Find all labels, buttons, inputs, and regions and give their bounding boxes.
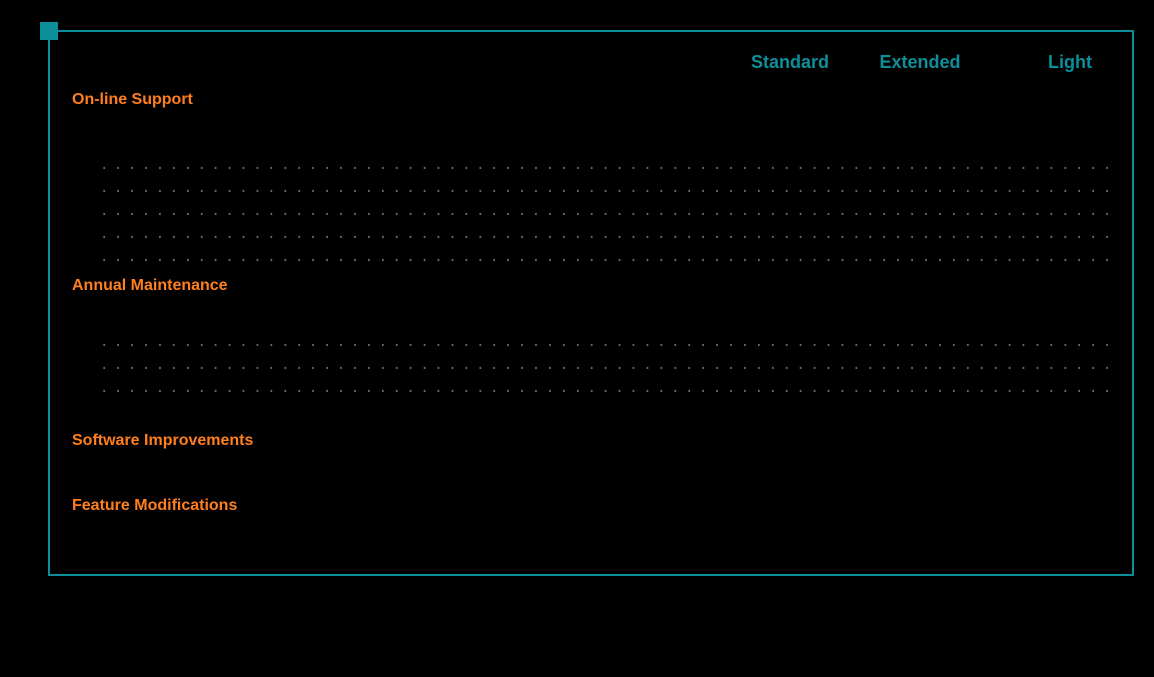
dotted-line: ........................................… bbox=[100, 380, 1112, 403]
dotted-lines-group: ........................................… bbox=[100, 157, 1112, 272]
section-heading-feature-modifications: Feature Modifications bbox=[72, 497, 237, 515]
column-header-extended: Extended bbox=[860, 52, 980, 73]
dotted-line: ........................................… bbox=[100, 203, 1112, 226]
dotted-line: ........................................… bbox=[100, 226, 1112, 249]
dotted-line: ........................................… bbox=[100, 157, 1112, 180]
section-heading-annual-maintenance: Annual Maintenance bbox=[72, 277, 228, 295]
section-heading-online-support: On-line Support bbox=[72, 91, 193, 109]
dotted-line: ........................................… bbox=[100, 249, 1112, 272]
dotted-line: ........................................… bbox=[100, 334, 1112, 357]
dotted-lines-group: ........................................… bbox=[100, 334, 1112, 403]
dotted-line: ........................................… bbox=[100, 180, 1112, 203]
dotted-line: ........................................… bbox=[100, 357, 1112, 380]
column-header-standard: Standard bbox=[730, 52, 850, 73]
content-frame: Standard Extended Light On-line Support … bbox=[48, 30, 1134, 576]
section-heading-software-improvements: Software Improvements bbox=[72, 432, 253, 450]
document-canvas: Standard Extended Light On-line Support … bbox=[0, 0, 1154, 677]
column-header-light: Light bbox=[1010, 52, 1130, 73]
